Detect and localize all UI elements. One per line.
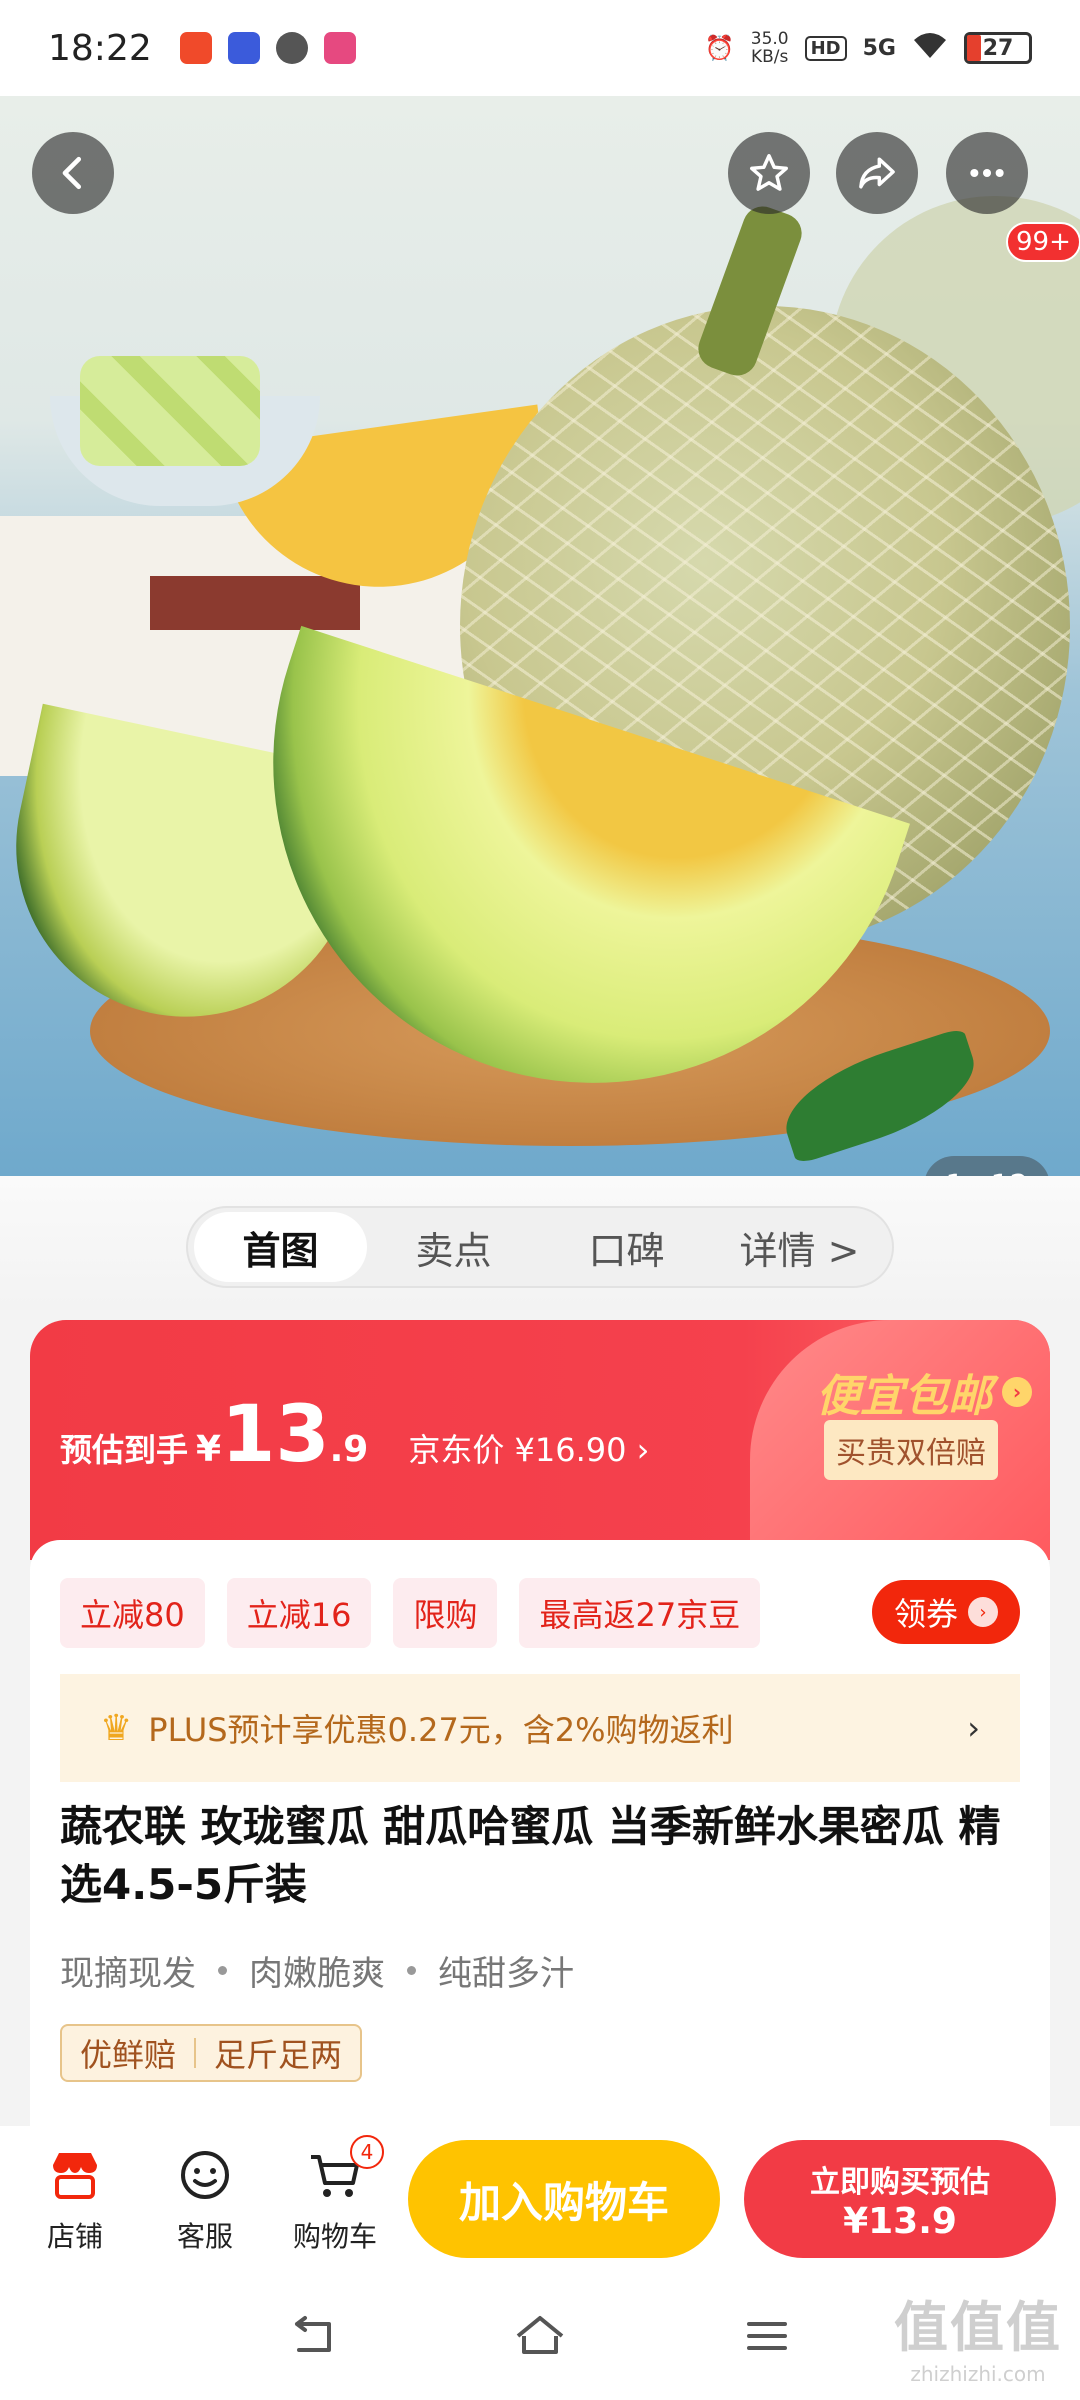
product-title: 蔬农联 玫珑蜜瓜 甜瓜哈蜜瓜 当季新鲜水果密瓜 精选4.5-5斤装 (60, 1802, 1001, 1909)
tab-selling-points[interactable]: 卖点 (367, 1212, 540, 1282)
back-button[interactable] (32, 132, 114, 214)
tab-reviews[interactable]: 口碑 (540, 1212, 713, 1282)
star-icon (750, 154, 788, 191)
double-compensation-badge: 买贵双倍赔 (824, 1420, 998, 1480)
more-dots-icon (970, 168, 1004, 178)
separator-dot (407, 1966, 416, 1975)
app-notification-icon (179, 32, 212, 64)
promo-tag[interactable]: 限购 (393, 1578, 498, 1648)
cart-button[interactable]: 4 购物车 (270, 2135, 400, 2255)
estimate-label: 预估到手 (60, 1431, 189, 1469)
customer-service-icon (181, 2151, 229, 2199)
crown-icon: ♛ (100, 1707, 133, 1749)
tab-details[interactable]: 详情 > (713, 1212, 886, 1282)
plus-text: PLUS预计享优惠0.27元，含2%购物返利 (148, 1711, 734, 1749)
share-icon (859, 157, 895, 189)
app-notification-icon (323, 32, 356, 64)
cart-count-badge: 4 (350, 2135, 384, 2169)
alarm-icon: ⏰ (704, 34, 735, 62)
jd-price-link[interactable]: 京东价 ¥16.90 › (408, 1425, 649, 1471)
product-info-card: 立减80 立减16 限购 最高返27京豆 领券 › ♛ PLUS预计享优惠0.2… (30, 1540, 1050, 2140)
image-counter: 1 12 (924, 1156, 1050, 1176)
message-icon (275, 32, 308, 64)
notification-badge: 99+ (1006, 222, 1080, 262)
status-time: 18:22 (48, 27, 152, 69)
store-button[interactable]: 店铺 (10, 2143, 140, 2255)
promo-tag[interactable]: 立减80 (60, 1578, 205, 1648)
net-speed: 35.0 KB/s (750, 29, 789, 67)
buy-now-button[interactable]: 立即购买预估 ¥13.9 (744, 2140, 1056, 2258)
store-icon (53, 2153, 97, 2199)
feature-item: 现摘现发 (60, 1954, 196, 1994)
back-arrow-icon (62, 156, 82, 190)
guarantee-item: 足斤足两 (214, 2036, 343, 2074)
tab-main-image[interactable]: 首图 (194, 1212, 367, 1282)
nav-home-icon[interactable] (510, 2306, 570, 2366)
customer-service-button[interactable]: 客服 (140, 2143, 270, 2255)
chevron-right-icon: › (968, 1597, 998, 1627)
chevron-right-icon: › (967, 1709, 980, 1747)
share-button[interactable] (836, 132, 918, 214)
status-indicators: ⏰ 35.0 KB/s HD 5G 27 (705, 30, 1032, 66)
more-button[interactable] (946, 132, 1028, 214)
melon-cubes (80, 356, 260, 466)
guarantee-item: 优鲜赔 (80, 2036, 177, 2074)
box-label (150, 576, 360, 630)
free-shipping-link[interactable]: 便宜包邮 › (816, 1360, 1032, 1424)
product-image-carousel[interactable]: 99+ 1 12 (0, 96, 1080, 1176)
section-tabs-area: 首图 卖点 口碑 详情 > (0, 1176, 1080, 1306)
signal-5g: 5G (862, 35, 896, 61)
status-bar: 18:22 ⏰ 35.0 KB/s HD 5G 27 (0, 0, 1080, 96)
favorite-button[interactable] (728, 132, 810, 214)
separator-dot (218, 1966, 227, 1975)
nav-back-icon[interactable] (283, 2306, 343, 2366)
battery-icon: 27 (964, 32, 1032, 64)
image-index: 1 (945, 1169, 964, 1177)
bottom-action-bar: 店铺 客服 4 购物车 加入购物车 立即购买预估 ¥13.9 (0, 2126, 1080, 2272)
section-tabs: 首图 卖点 口碑 详情 > (186, 1206, 894, 1288)
plus-member-bar[interactable]: ♛ PLUS预计享优惠0.27元，含2%购物返利 › (60, 1674, 1020, 1782)
get-coupon-button[interactable]: 领券 › (871, 1580, 1020, 1644)
watermark: 值值值 zhizhizhi.com (894, 2296, 1062, 2386)
chevron-right-icon: › (1002, 1377, 1032, 1407)
feature-item: 纯甜多汁 (438, 1954, 574, 1994)
price-line: 预估到手 ¥ 13 .9 京东价 ¥16.90 › (60, 1390, 649, 1480)
guarantee-badges[interactable]: 优鲜赔 足斤足两 (60, 2024, 363, 2082)
nav-menu-icon[interactable] (737, 2306, 797, 2366)
price-decimal: .9 (329, 1429, 369, 1470)
app-notification-icon (227, 32, 260, 64)
feature-item: 肉嫩脆爽 (249, 1954, 385, 1994)
image-total: 12 (990, 1169, 1028, 1177)
currency-symbol: ¥ (196, 1429, 222, 1470)
promo-tag[interactable]: 最高返27京豆 (519, 1578, 761, 1648)
product-features: 现摘现发 肉嫩脆爽 纯甜多汁 (60, 1946, 574, 1995)
wifi-icon (912, 30, 948, 66)
promo-tag[interactable]: 立减16 (226, 1578, 372, 1648)
promo-tags: 立减80 立减16 限购 最高返27京豆 (60, 1578, 761, 1648)
add-to-cart-button[interactable]: 加入购物车 (408, 2140, 720, 2258)
hd-badge: HD (804, 35, 847, 61)
price-integer: 13 (221, 1390, 330, 1480)
price-banner: 预估到手 ¥ 13 .9 京东价 ¥16.90 › 便宜包邮 › 买贵双倍赔 (30, 1320, 1050, 1560)
notification-icons (179, 32, 356, 64)
